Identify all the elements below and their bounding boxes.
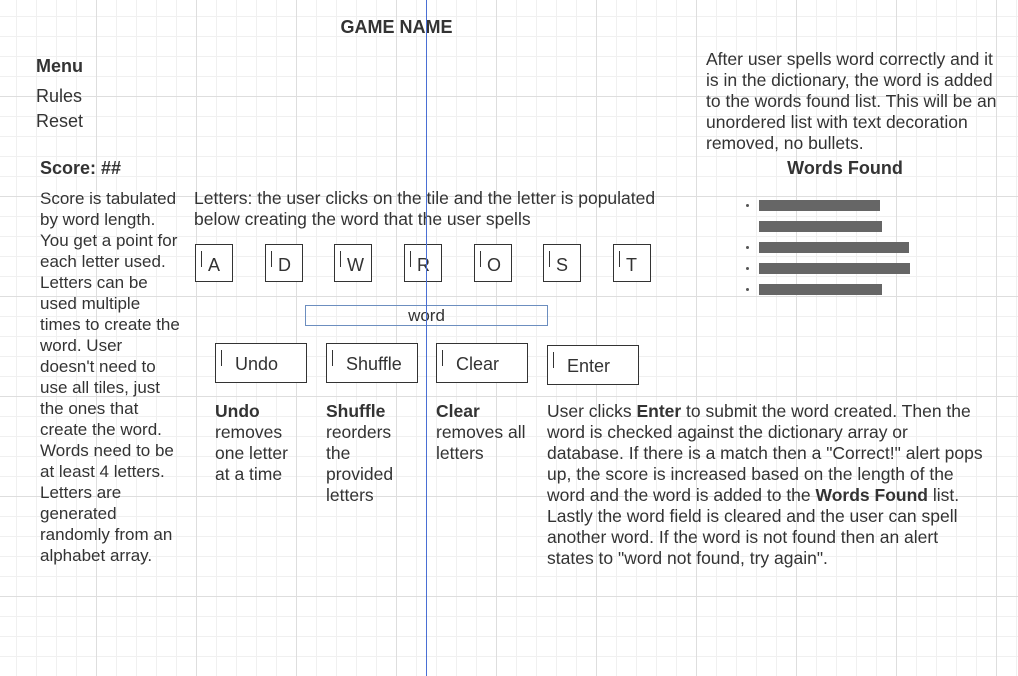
tile-letter: T bbox=[626, 255, 637, 275]
menu-item-rules[interactable]: Rules bbox=[36, 86, 82, 106]
letters-description: Letters: the user clicks on the tile and… bbox=[194, 188, 656, 229]
word-placeholder-bar bbox=[759, 242, 909, 253]
clear-description: Clear removes all letters bbox=[436, 401, 528, 464]
clear-description-text: removes all letters bbox=[436, 422, 526, 463]
tile-letter: S bbox=[556, 255, 569, 275]
enter-button[interactable]: Enter bbox=[547, 345, 639, 385]
bullet-icon bbox=[746, 204, 749, 207]
letter-tile-5[interactable]: O bbox=[474, 244, 512, 282]
clear-button[interactable]: Clear bbox=[436, 343, 528, 383]
tile-bar bbox=[549, 251, 550, 267]
word-placeholder-bar bbox=[759, 200, 880, 211]
menu-title: Menu bbox=[36, 56, 83, 76]
game-title: GAME NAME bbox=[340, 17, 453, 37]
shuffle-button[interactable]: Shuffle bbox=[326, 343, 418, 383]
tile-letter: D bbox=[278, 255, 291, 275]
word-placeholder-bar bbox=[759, 284, 882, 295]
enter-description: User clicks Enter to submit the word cre… bbox=[547, 401, 987, 569]
word-placeholder-bar bbox=[759, 263, 910, 274]
bullet-icon bbox=[746, 267, 749, 270]
enter-desc-part-1: User clicks bbox=[547, 401, 637, 421]
undo-button[interactable]: Undo bbox=[215, 343, 307, 383]
letter-tile-6[interactable]: S bbox=[543, 244, 581, 282]
bullet-icon bbox=[746, 288, 749, 291]
letter-tile-2[interactable]: D bbox=[265, 244, 303, 282]
undo-button-label: Undo bbox=[235, 354, 279, 374]
tile-bar bbox=[410, 251, 411, 267]
letter-tile-4[interactable]: R bbox=[404, 244, 442, 282]
button-bar bbox=[221, 350, 222, 366]
tile-bar bbox=[340, 251, 341, 267]
enter-desc-bold-1: Enter bbox=[636, 401, 682, 421]
words-found-title: Words Found bbox=[787, 158, 903, 178]
menu-item-reset[interactable]: Reset bbox=[36, 111, 83, 131]
shuffle-button-label: Shuffle bbox=[346, 354, 402, 374]
tile-letter: O bbox=[487, 255, 502, 275]
undo-description-text: removes one letter at a time bbox=[215, 422, 288, 484]
letter-tile-1[interactable]: A bbox=[195, 244, 233, 282]
tile-letter: W bbox=[347, 255, 364, 275]
undo-description: Undo removes one letter at a time bbox=[215, 401, 307, 485]
shuffle-description-title: Shuffle bbox=[326, 401, 386, 421]
letter-tile-3[interactable]: W bbox=[334, 244, 372, 282]
tile-bar bbox=[271, 251, 272, 267]
bullet-icon bbox=[746, 246, 749, 249]
button-bar bbox=[332, 350, 333, 366]
undo-description-title: Undo bbox=[215, 401, 260, 421]
word-placeholder-bar bbox=[759, 221, 882, 232]
words-found-description: After user spells word correctly and it … bbox=[706, 49, 997, 153]
shuffle-description: Shuffle reorders the provided letters bbox=[326, 401, 406, 506]
tile-bar bbox=[619, 251, 620, 267]
shuffle-description-text: reorders the provided letters bbox=[326, 422, 394, 505]
score-label: Score: ## bbox=[40, 158, 122, 178]
button-bar bbox=[442, 350, 443, 366]
score-description: Score is tabulated by word length. You g… bbox=[40, 189, 180, 565]
center-guide-line bbox=[426, 0, 427, 676]
enter-desc-bold-2: Words Found bbox=[815, 485, 928, 505]
button-bar bbox=[553, 352, 554, 368]
tile-letter: A bbox=[208, 255, 221, 275]
tile-bar bbox=[201, 251, 202, 267]
tile-letter: R bbox=[417, 255, 430, 275]
letter-tile-7[interactable]: T bbox=[613, 244, 651, 282]
clear-description-title: Clear bbox=[436, 401, 480, 421]
enter-button-label: Enter bbox=[567, 356, 611, 376]
clear-button-label: Clear bbox=[456, 354, 500, 374]
tile-bar bbox=[480, 251, 481, 267]
